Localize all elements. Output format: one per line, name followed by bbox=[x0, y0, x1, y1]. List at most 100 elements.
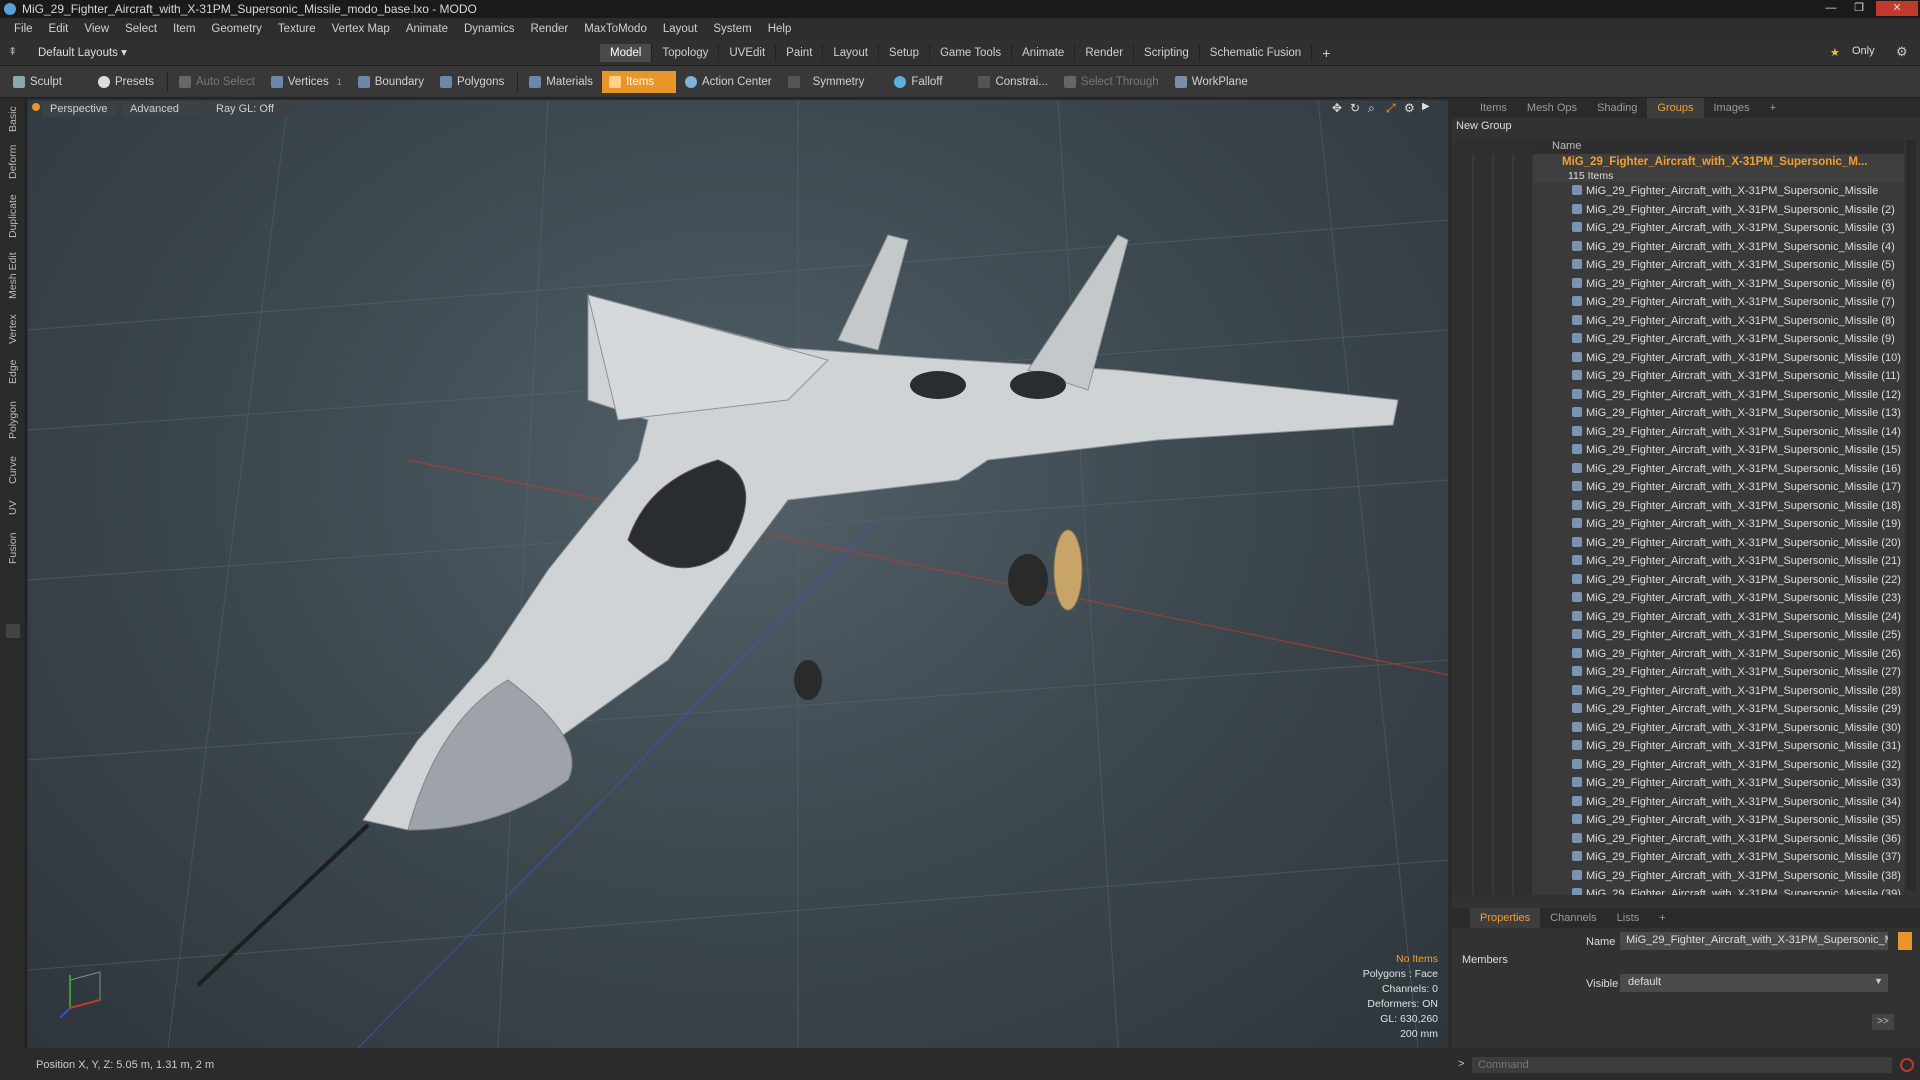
name-column-header[interactable]: Name bbox=[1552, 140, 1581, 152]
viewport-expand-icon[interactable]: ▶ bbox=[1422, 101, 1430, 112]
tab-model[interactable]: Model bbox=[600, 44, 653, 62]
vtab-uv[interactable]: UV bbox=[0, 496, 26, 520]
list-item[interactable]: MiG_29_Fighter_Aircraft_with_X-31PM_Supe… bbox=[1572, 275, 1895, 293]
fit-view-icon[interactable]: ⤢ bbox=[1386, 101, 1396, 116]
move-view-icon[interactable]: ✥ bbox=[1332, 101, 1342, 115]
list-item[interactable]: MiG_29_Fighter_Aircraft_with_X-31PM_Supe… bbox=[1572, 404, 1901, 422]
tab-lists[interactable]: Lists bbox=[1607, 908, 1650, 928]
add-properties-tab-button[interactable]: + bbox=[1649, 908, 1675, 928]
3d-viewport[interactable]: Perspective Advanced Ray GL: Off ✥ ↻ ⌕ ⤢… bbox=[28, 100, 1448, 1048]
list-item[interactable]: MiG_29_Fighter_Aircraft_with_X-31PM_Supe… bbox=[1572, 885, 1901, 895]
tab-game-tools[interactable]: Game Tools bbox=[930, 44, 1013, 62]
tab-animate[interactable]: Animate bbox=[1012, 44, 1076, 62]
menu-edit[interactable]: Edit bbox=[41, 23, 77, 35]
group-row[interactable]: MiG_29_Fighter_Aircraft_with_X-31PM_Supe… bbox=[1534, 154, 1904, 182]
name-field[interactable]: MiG_29_Fighter_Aircraft_with_X-31PM_Supe… bbox=[1620, 932, 1888, 950]
visible-dropdown[interactable]: default bbox=[1620, 974, 1888, 992]
maximize-button[interactable]: ❐ bbox=[1846, 1, 1872, 16]
list-item[interactable]: MiG_29_Fighter_Aircraft_with_X-31PM_Supe… bbox=[1572, 700, 1901, 718]
tab-shading[interactable]: Shading bbox=[1587, 98, 1647, 118]
tab-properties[interactable]: Properties bbox=[1470, 908, 1541, 928]
minimize-button[interactable]: — bbox=[1818, 1, 1844, 16]
tab-uvedit[interactable]: UVEdit bbox=[719, 44, 777, 62]
zoom-view-icon[interactable]: ⌕ bbox=[1368, 101, 1375, 116]
left-panel-toggle-icon[interactable] bbox=[6, 624, 20, 638]
tab-channels[interactable]: Channels bbox=[1540, 908, 1606, 928]
tab-schematic-fusion[interactable]: Schematic Fusion bbox=[1200, 44, 1313, 62]
constraints-button[interactable]: Constrai... bbox=[971, 71, 1054, 93]
list-item[interactable]: MiG_29_Fighter_Aircraft_with_X-31PM_Supe… bbox=[1572, 497, 1901, 515]
list-item[interactable]: MiG_29_Fighter_Aircraft_with_X-31PM_Supe… bbox=[1572, 515, 1901, 533]
menu-file[interactable]: File bbox=[6, 23, 41, 35]
presets-button[interactable]: Presets bbox=[91, 71, 161, 93]
menu-item[interactable]: Item bbox=[165, 23, 203, 35]
add-panel-tab-button[interactable]: + bbox=[1760, 98, 1786, 118]
menu-select[interactable]: Select bbox=[117, 23, 165, 35]
menu-system[interactable]: System bbox=[705, 23, 759, 35]
list-item[interactable]: MiG_29_Fighter_Aircraft_with_X-31PM_Supe… bbox=[1572, 682, 1901, 700]
list-item[interactable]: MiG_29_Fighter_Aircraft_with_X-31PM_Supe… bbox=[1572, 608, 1901, 626]
list-item[interactable]: MiG_29_Fighter_Aircraft_with_X-31PM_Supe… bbox=[1572, 830, 1901, 848]
list-item[interactable]: MiG_29_Fighter_Aircraft_with_X-31PM_Supe… bbox=[1572, 182, 1878, 200]
tab-topology[interactable]: Topology bbox=[652, 44, 720, 62]
tab-images[interactable]: Images bbox=[1704, 98, 1760, 118]
list-item[interactable]: MiG_29_Fighter_Aircraft_with_X-31PM_Supe… bbox=[1572, 312, 1895, 330]
list-item[interactable]: MiG_29_Fighter_Aircraft_with_X-31PM_Supe… bbox=[1572, 719, 1901, 737]
sculpt-button[interactable]: Sculpt bbox=[6, 71, 69, 93]
list-item[interactable]: MiG_29_Fighter_Aircraft_with_X-31PM_Supe… bbox=[1572, 201, 1895, 219]
tab-paint[interactable]: Paint bbox=[776, 44, 824, 62]
vtab-mesh-edit[interactable]: Mesh Edit bbox=[0, 250, 26, 302]
list-item[interactable]: MiG_29_Fighter_Aircraft_with_X-31PM_Supe… bbox=[1572, 441, 1901, 459]
group-list-scrollbar[interactable] bbox=[1906, 140, 1916, 890]
list-item[interactable]: MiG_29_Fighter_Aircraft_with_X-31PM_Supe… bbox=[1572, 330, 1895, 348]
tab-setup[interactable]: Setup bbox=[879, 44, 930, 62]
close-button[interactable]: ✕ bbox=[1876, 1, 1918, 16]
vtab-basic[interactable]: Basic bbox=[0, 102, 26, 136]
list-item[interactable]: MiG_29_Fighter_Aircraft_with_X-31PM_Supe… bbox=[1572, 386, 1901, 404]
vtab-curve[interactable]: Curve bbox=[0, 452, 26, 488]
list-item[interactable]: MiG_29_Fighter_Aircraft_with_X-31PM_Supe… bbox=[1572, 367, 1900, 385]
tab-items[interactable]: Items bbox=[1470, 98, 1517, 118]
list-item[interactable]: MiG_29_Fighter_Aircraft_with_X-31PM_Supe… bbox=[1572, 811, 1901, 829]
tab-scripting[interactable]: Scripting bbox=[1134, 44, 1200, 62]
list-item[interactable]: MiG_29_Fighter_Aircraft_with_X-31PM_Supe… bbox=[1572, 460, 1901, 478]
vtab-deform[interactable]: Deform bbox=[0, 142, 26, 182]
menu-maxtomodo[interactable]: MaxToModo bbox=[576, 23, 655, 35]
name-field-menu-icon[interactable] bbox=[1898, 932, 1912, 950]
workplane-button[interactable]: WorkPlane bbox=[1168, 71, 1255, 93]
gear-icon[interactable]: ⚙ bbox=[1896, 44, 1908, 60]
default-layouts-dropdown[interactable]: Default Layouts ▾ bbox=[38, 45, 127, 59]
list-item[interactable]: MiG_29_Fighter_Aircraft_with_X-31PM_Supe… bbox=[1572, 737, 1901, 755]
list-item[interactable]: MiG_29_Fighter_Aircraft_with_X-31PM_Supe… bbox=[1572, 848, 1901, 866]
menu-help[interactable]: Help bbox=[760, 23, 800, 35]
menu-layout[interactable]: Layout bbox=[655, 23, 706, 35]
stop-icon[interactable] bbox=[1900, 1058, 1914, 1072]
new-group-button[interactable]: New Group bbox=[1456, 120, 1512, 132]
materials-button[interactable]: Materials bbox=[522, 71, 600, 93]
list-item[interactable]: MiG_29_Fighter_Aircraft_with_X-31PM_Supe… bbox=[1572, 774, 1901, 792]
only-button[interactable]: Only bbox=[1852, 45, 1875, 57]
menu-texture[interactable]: Texture bbox=[270, 23, 324, 35]
tab-groups[interactable]: Groups bbox=[1647, 98, 1704, 118]
menu-view[interactable]: View bbox=[76, 23, 117, 35]
tab-render[interactable]: Render bbox=[1075, 44, 1135, 62]
list-item[interactable]: MiG_29_Fighter_Aircraft_with_X-31PM_Supe… bbox=[1572, 663, 1901, 681]
layout-arrow-icon[interactable]: ⇞ bbox=[8, 45, 17, 58]
list-item[interactable]: MiG_29_Fighter_Aircraft_with_X-31PM_Supe… bbox=[1572, 423, 1901, 441]
list-item[interactable]: MiG_29_Fighter_Aircraft_with_X-31PM_Supe… bbox=[1572, 756, 1901, 774]
list-item[interactable]: MiG_29_Fighter_Aircraft_with_X-31PM_Supe… bbox=[1572, 589, 1901, 607]
list-item[interactable]: MiG_29_Fighter_Aircraft_with_X-31PM_Supe… bbox=[1572, 867, 1901, 885]
menu-animate[interactable]: Animate bbox=[398, 23, 456, 35]
list-item[interactable]: MiG_29_Fighter_Aircraft_with_X-31PM_Supe… bbox=[1572, 645, 1901, 663]
vtab-duplicate[interactable]: Duplicate bbox=[0, 190, 26, 242]
list-item[interactable]: MiG_29_Fighter_Aircraft_with_X-31PM_Supe… bbox=[1572, 219, 1895, 237]
vtab-polygon[interactable]: Polygon bbox=[0, 396, 26, 444]
add-layout-tab-button[interactable]: + bbox=[1312, 44, 1340, 62]
tab-layout[interactable]: Layout bbox=[823, 44, 879, 62]
list-item[interactable]: MiG_29_Fighter_Aircraft_with_X-31PM_Supe… bbox=[1572, 571, 1901, 589]
vertices-button[interactable]: Vertices 1 bbox=[264, 71, 349, 93]
menu-dynamics[interactable]: Dynamics bbox=[456, 23, 522, 35]
list-item[interactable]: MiG_29_Fighter_Aircraft_with_X-31PM_Supe… bbox=[1572, 793, 1901, 811]
boundary-button[interactable]: Boundary bbox=[351, 71, 431, 93]
rotate-view-icon[interactable]: ↻ bbox=[1350, 101, 1360, 115]
